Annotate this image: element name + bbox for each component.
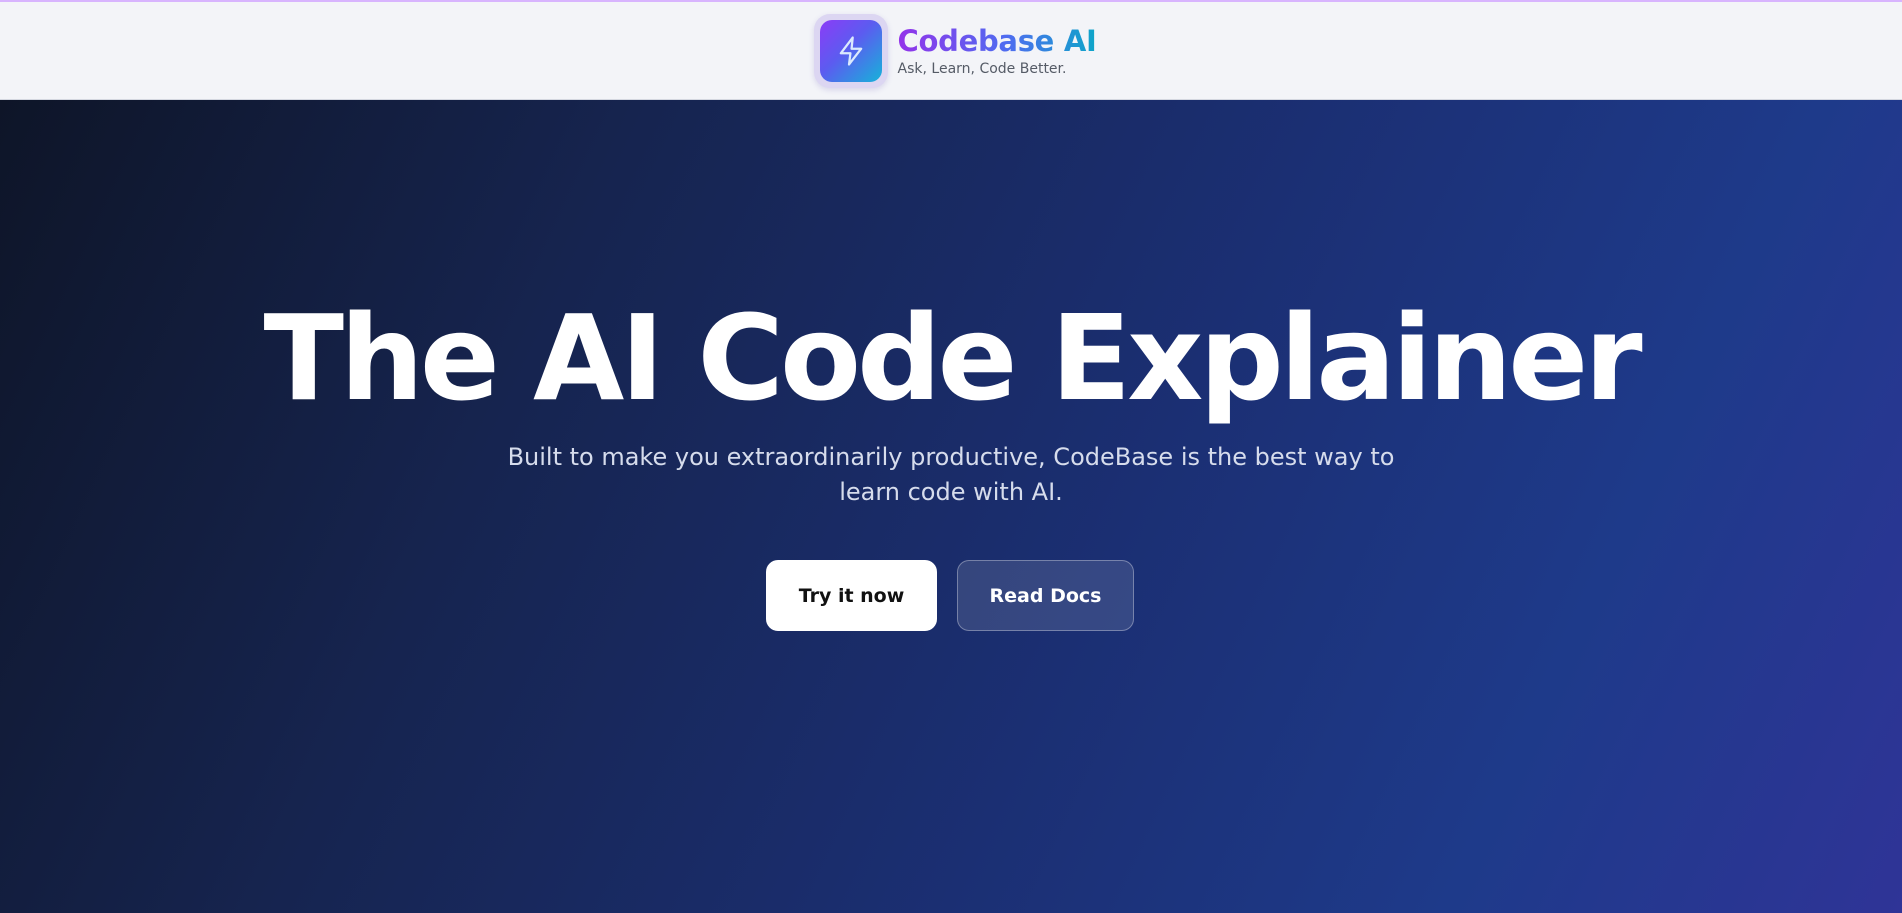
brand-name: Codebase AI (897, 23, 1097, 58)
lightning-bolt-icon (819, 19, 882, 82)
hero-title: The AI Code Explainer (263, 289, 1642, 427)
hero-subtitle: Built to make you extraordinarily produc… (507, 443, 1395, 506)
brand-logo[interactable] (813, 13, 888, 88)
page: Codebase AI Ask, Learn, Code Better. The… (0, 0, 1902, 913)
site-header: Codebase AI Ask, Learn, Code Better. (0, 0, 1902, 100)
hero-section: The AI Code Explainer Built to make you … (0, 100, 1902, 913)
brand[interactable]: Codebase AI Ask, Learn, Code Better. (813, 13, 1097, 88)
read-docs-button[interactable]: Read Docs (957, 560, 1134, 631)
hero-actions: Try it now Read Docs (0, 560, 1902, 631)
try-it-now-button[interactable]: Try it now (766, 560, 937, 631)
brand-text: Codebase AI Ask, Learn, Code Better. (898, 24, 1097, 78)
brand-tagline: Ask, Learn, Code Better. (897, 60, 1067, 77)
